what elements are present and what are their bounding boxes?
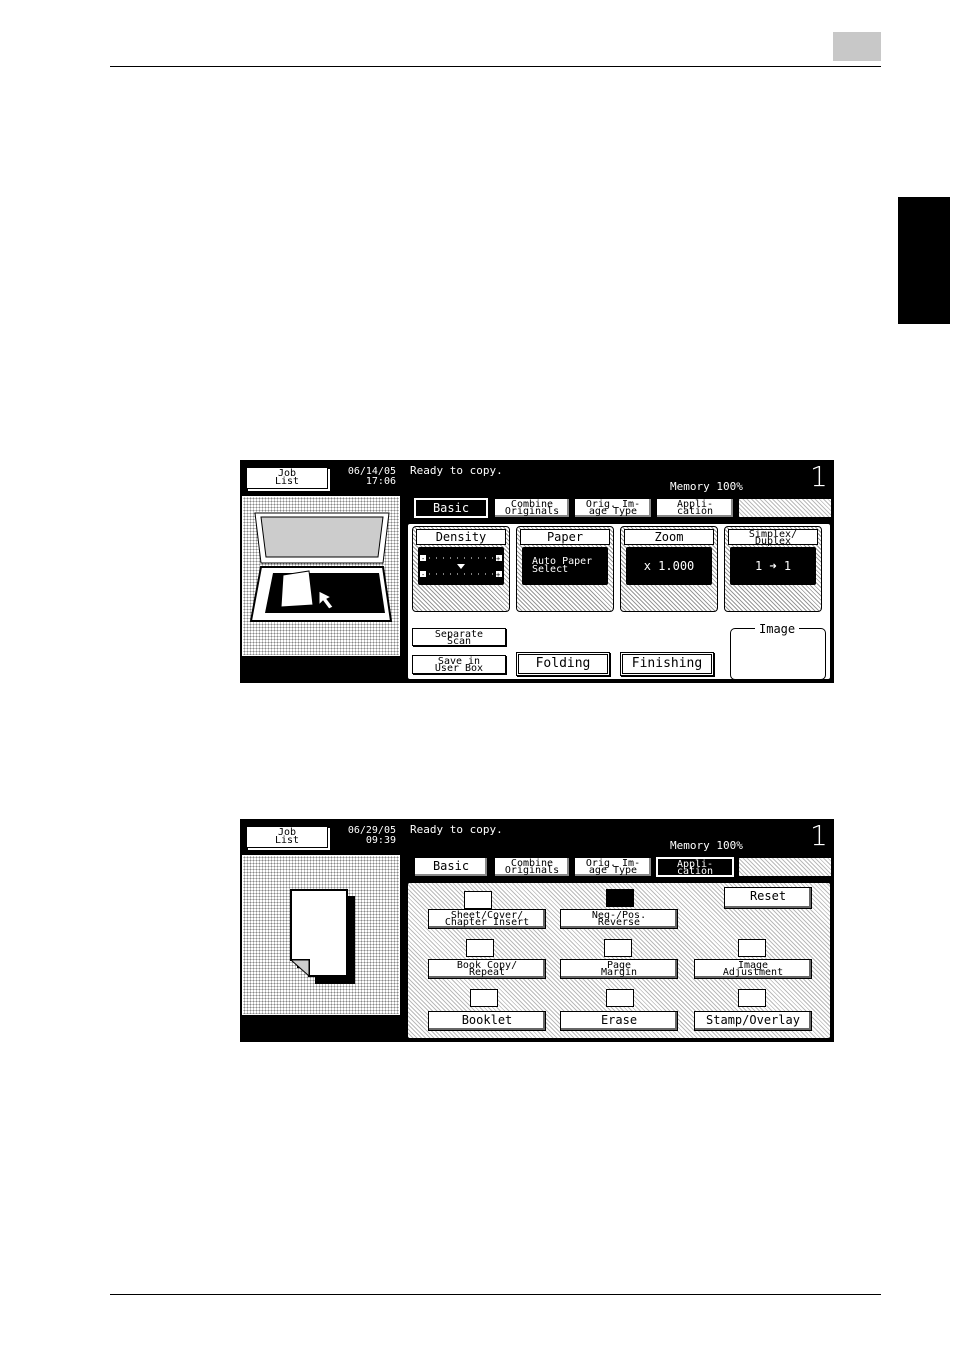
tab-orig-image-type[interactable]: Orig. Im-age Type <box>574 498 652 518</box>
sheet-cover-line-2: Chapter Insert <box>444 917 530 928</box>
tab-orig-image-type[interactable]: Orig. Im-age Type <box>574 857 652 877</box>
book-copy-line-2: Repeat <box>468 967 506 978</box>
book-copy-repeat-button[interactable]: Book Copy/ Repeat <box>428 959 546 979</box>
scanner-glass-icon <box>249 512 393 622</box>
document-page-icon <box>289 889 355 984</box>
save-user-box-line-2: User Box <box>434 663 484 674</box>
tab-combine-originals[interactable]: Combine Originals <box>494 498 570 518</box>
stamp-overlay-icon <box>738 989 766 1007</box>
folding-label: Folding <box>533 655 593 673</box>
image-box: Image <box>730 622 826 680</box>
footer-rule <box>110 1294 881 1295</box>
memory-indicator: Memory 100% <box>670 839 743 852</box>
image-adjustment-line-2: Adjustment <box>722 967 784 978</box>
tab-label-line: Originals <box>504 506 560 517</box>
erase-label: Erase <box>600 1013 638 1027</box>
tab-combine-originals[interactable]: Combine Originals <box>494 857 570 877</box>
svg-text:+: + <box>496 555 500 563</box>
copier-panel-basic: Job List 06/14/05 17:06 Ready to copy. M… <box>240 460 834 683</box>
page-margin-line-2: Margin <box>600 967 638 978</box>
erase-icon <box>606 989 634 1007</box>
density-slider[interactable]: - + - + <box>418 547 504 585</box>
header-rule <box>110 66 881 67</box>
sheet-cover-chapter-insert-button[interactable]: Sheet/Cover/ Chapter Insert <box>428 909 546 929</box>
tab-basic[interactable]: Basic <box>414 498 488 518</box>
density-scale-icon: - + - + <box>420 555 502 579</box>
paper-value-line-2: Select <box>532 564 569 575</box>
density-button[interactable]: Density - + - + <box>412 526 510 612</box>
tab-application[interactable]: Appli-cation <box>656 857 734 877</box>
folding-button[interactable]: Folding <box>516 652 610 676</box>
application-content: Sheet/Cover/ Chapter Insert Neg-/Pos. Re… <box>406 881 832 1040</box>
date-time: 06/29/05 09:39 <box>332 826 396 846</box>
booklet-icon <box>470 989 498 1007</box>
tab-basic-label: Basic <box>432 501 470 515</box>
separate-scan-line-2: Scan <box>446 636 472 647</box>
status-message: Ready to copy. <box>410 823 503 836</box>
booklet-button[interactable]: Booklet <box>428 1011 546 1031</box>
copy-count: 1 <box>810 819 828 852</box>
separate-scan-button[interactable]: Separate Scan <box>412 628 506 647</box>
time: 09:39 <box>365 835 396 846</box>
copy-count: 1 <box>810 460 828 493</box>
density-title: Density <box>416 529 506 545</box>
svg-text:-: - <box>421 571 425 579</box>
paper-title: Paper <box>520 529 610 545</box>
image-label: Image <box>755 622 800 636</box>
tab-bar: Basic Combine Originals Orig. Im-age Type… <box>410 498 832 520</box>
date-time: 06/14/05 17:06 <box>332 467 396 487</box>
stamp-overlay-label: Stamp/Overlay <box>706 1013 800 1027</box>
zoom-title: Zoom <box>624 529 714 545</box>
tab-bar: Basic Combine Originals Orig. Im-age Type… <box>410 857 832 879</box>
page-margin-icon <box>604 939 632 957</box>
neg-pos-icon <box>606 889 634 907</box>
memory-indicator: Memory 100% <box>670 480 743 493</box>
simplex-duplex-button[interactable]: Simplex/ Duplex 1 ➜ 1 <box>724 526 822 612</box>
finishing-label: Finishing <box>629 655 705 673</box>
status-message: Ready to copy. <box>410 464 503 477</box>
booklet-label: Booklet <box>461 1013 513 1027</box>
image-adjustment-icon <box>738 939 766 957</box>
sheet-cover-icon <box>464 891 492 909</box>
basic-content: Density - + - + Paper Auto Paper Select <box>406 522 832 681</box>
zoom-button[interactable]: Zoom x 1.000 <box>620 526 718 612</box>
output-preview <box>242 855 400 1015</box>
tab-label-line: Originals <box>504 865 560 876</box>
stamp-overlay-button[interactable]: Stamp/Overlay <box>694 1011 812 1031</box>
tab-application[interactable]: Appli-cation <box>656 498 734 518</box>
book-copy-icon <box>466 939 494 957</box>
image-adjustment-button[interactable]: Image Adjustment <box>694 959 812 979</box>
erase-button[interactable]: Erase <box>560 1011 678 1031</box>
tab-filler <box>738 857 832 877</box>
simplex-duplex-title: Simplex/ Duplex <box>728 529 818 547</box>
copier-panel-application: Job List 06/29/05 09:39 Ready to copy. M… <box>240 819 834 1042</box>
chapter-side-tab <box>898 197 950 324</box>
neg-pos-reverse-button[interactable]: Neg-/Pos. Reverse <box>560 909 678 929</box>
svg-text:-: - <box>421 555 425 563</box>
reset-button[interactable]: Reset <box>724 887 812 909</box>
paper-value: Auto Paper Select <box>522 547 608 585</box>
paper-button[interactable]: Paper Auto Paper Select <box>516 526 614 612</box>
tab-filler <box>738 498 832 518</box>
header-page-box <box>833 32 881 61</box>
neg-pos-line-2: Reverse <box>597 917 641 928</box>
scanner-preview <box>242 496 400 656</box>
page-margin-button[interactable]: Page Margin <box>560 959 678 979</box>
tab-basic[interactable]: Basic <box>414 857 488 877</box>
time: 17:06 <box>365 476 396 487</box>
simplex-title-line-2: Duplex <box>754 536 792 547</box>
tab-label-line: cation <box>676 866 714 877</box>
job-list-label-2: List <box>274 835 300 846</box>
tab-basic-label: Basic <box>432 859 470 873</box>
tab-label-line: cation <box>676 506 714 517</box>
job-list-button[interactable]: Job List <box>246 826 328 848</box>
zoom-value: x 1.000 <box>626 547 712 585</box>
job-list-button[interactable]: Job List <box>246 467 328 489</box>
job-list-label-2: List <box>274 476 300 487</box>
simplex-duplex-value: 1 ➜ 1 <box>730 547 816 585</box>
reset-label: Reset <box>749 889 787 903</box>
finishing-button[interactable]: Finishing <box>620 652 714 676</box>
svg-text:+: + <box>496 571 500 579</box>
save-in-user-box-button[interactable]: Save in User Box <box>412 655 506 674</box>
